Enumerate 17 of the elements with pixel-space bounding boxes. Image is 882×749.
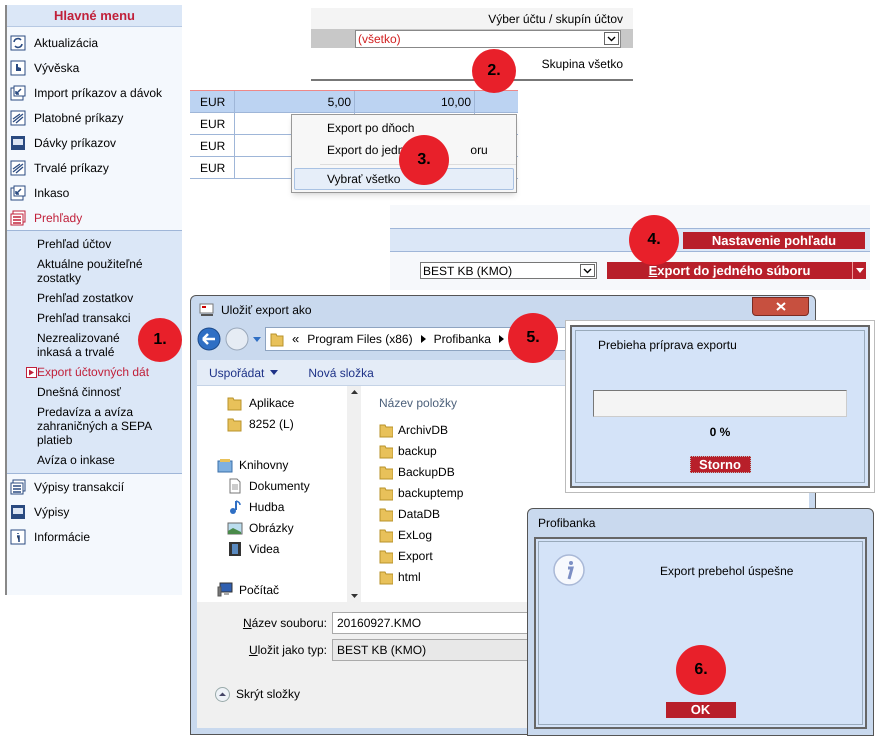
table-cell: EUR <box>190 157 235 178</box>
field-label: Název souboru: <box>242 615 328 632</box>
table-cell: 5,00 <box>235 91 355 112</box>
table-cell: EUR <box>190 113 235 134</box>
menu-title: Hlavné menu <box>7 5 182 27</box>
dialog-title: Uložiť export ako <box>221 302 313 319</box>
field-label: Uložit jako typ: <box>248 642 328 659</box>
progress-message: Prebieha príprava exportu <box>597 337 737 354</box>
progress-percentage: 0 % <box>710 424 730 441</box>
menu-item-text-fragment: oru <box>470 142 488 159</box>
message-text: Export prebehol úspešne <box>660 563 794 580</box>
table-cell: 10,00 <box>355 91 475 112</box>
dialog-title: Profibanka <box>538 515 596 532</box>
table-cell: EUR <box>190 135 235 156</box>
table-cell: EUR <box>190 91 235 112</box>
group-label: Skupina všetko <box>542 56 623 72</box>
selector-label: Výber účtu / skupín účtov <box>488 10 623 28</box>
